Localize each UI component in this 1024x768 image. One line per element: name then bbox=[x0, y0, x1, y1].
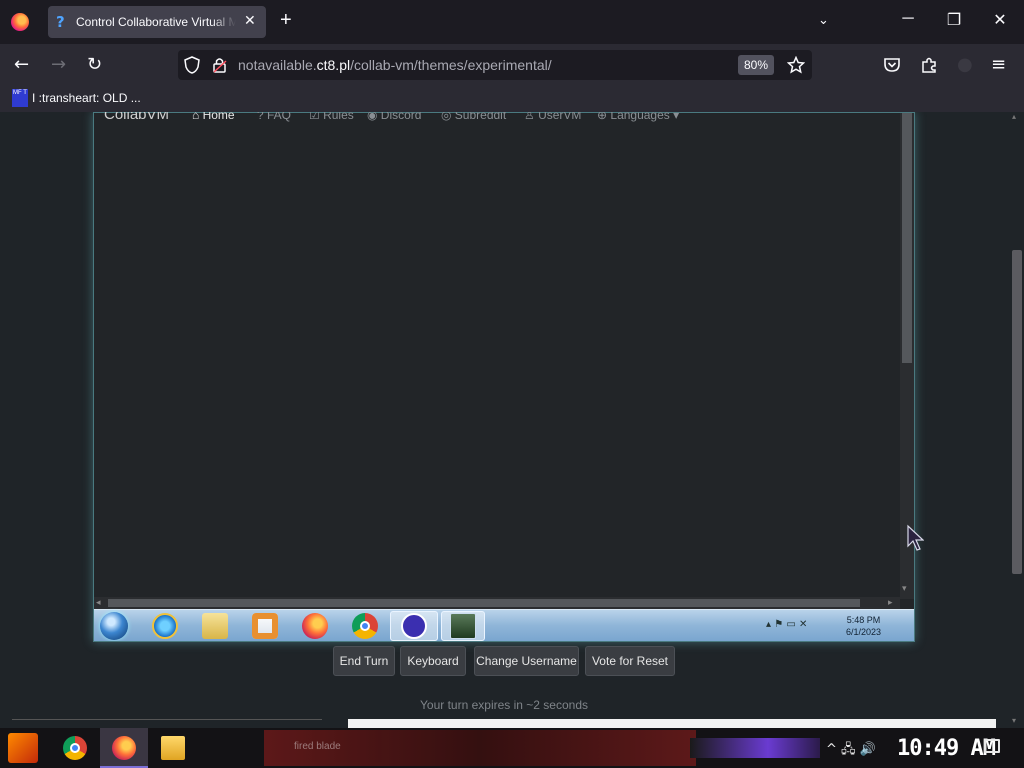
nav-link-languages[interactable]: ⊕ Languages ▾ bbox=[597, 112, 679, 122]
bookmark-favicon-icon: MF T bbox=[12, 89, 28, 107]
scroll-right-arrow-icon[interactable]: ▸ bbox=[888, 597, 893, 608]
user-list-panel bbox=[12, 719, 322, 728]
host-chrome-icon[interactable] bbox=[63, 736, 87, 760]
vm-horizontal-scroll-thumb[interactable] bbox=[108, 599, 860, 607]
vm-vertical-scroll-thumb[interactable] bbox=[902, 113, 912, 363]
terminal-app-icon[interactable] bbox=[450, 613, 476, 639]
turn-status-text: Your turn expires in ~2 seconds bbox=[420, 698, 588, 712]
vm-system-tray[interactable]: ▴ ⚑ ▭ ✕ bbox=[766, 619, 807, 630]
web-page: ▾ ◂ ▸ ▴ ⚑ ▭ ✕ 5:48 PM 6/1/2023 CollabVM … bbox=[0, 112, 1008, 728]
site-brand[interactable]: CollabVM bbox=[104, 112, 169, 123]
vm-display[interactable]: ▾ ◂ ▸ ▴ ⚑ ▭ ✕ 5:48 PM 6/1/2023 bbox=[93, 112, 915, 642]
back-button[interactable]: ← bbox=[14, 54, 29, 75]
firefox-icon[interactable] bbox=[302, 613, 328, 639]
explorer-folder-icon[interactable] bbox=[202, 613, 228, 639]
host-taskbar-decoration: fired blade bbox=[264, 730, 696, 766]
notification-center-icon[interactable] bbox=[984, 739, 1000, 753]
nav-link-faq[interactable]: ? FAQ bbox=[257, 112, 291, 122]
host-strip-text: fired blade bbox=[294, 741, 341, 752]
vm-clock-time: 5:48 PM bbox=[846, 615, 881, 625]
tab-list-chevron-icon[interactable]: ⌄ bbox=[818, 12, 829, 28]
scroll-left-arrow-icon[interactable]: ◂ bbox=[96, 597, 101, 608]
lock-icon[interactable] bbox=[212, 56, 228, 74]
scroll-up-arrow-icon[interactable]: ▴ bbox=[1012, 112, 1016, 121]
minimize-button[interactable]: ─ bbox=[896, 10, 920, 28]
vote-reset-button[interactable]: Vote for Reset bbox=[585, 646, 675, 676]
keyboard-button[interactable]: Keyboard bbox=[400, 646, 466, 676]
bookmarks-toolbar: MF T I :transheart: OLD ... bbox=[0, 86, 1024, 112]
bookmark-star-icon[interactable] bbox=[787, 56, 805, 74]
scroll-down-arrow-icon[interactable]: ▾ bbox=[902, 583, 907, 594]
pocket-icon[interactable] bbox=[883, 57, 901, 73]
page-scrollbar[interactable]: ▴ ▾ bbox=[1008, 112, 1024, 728]
browser-nav-bar: ← → ↻ notavailable.ct8.pl/collab-vm/them… bbox=[0, 44, 1024, 86]
windows-start-orb-icon[interactable] bbox=[100, 612, 128, 640]
nav-link-subreddit[interactable]: ◎ Subreddit bbox=[441, 112, 506, 122]
url-prefix: notavailable. bbox=[238, 57, 317, 73]
host-start-button-icon[interactable] bbox=[8, 733, 38, 763]
internet-explorer-icon[interactable] bbox=[152, 613, 178, 639]
chat-panel bbox=[348, 719, 996, 728]
firefox-icon[interactable] bbox=[11, 13, 29, 31]
page-scroll-thumb[interactable] bbox=[1012, 250, 1022, 574]
url-text[interactable]: notavailable.ct8.pl/collab-vm/themes/exp… bbox=[238, 57, 552, 73]
profile-icon[interactable]: ● bbox=[957, 54, 973, 75]
browser-tab-bar: ? Control Collaborative Virtual Machines… bbox=[0, 0, 1024, 44]
tab-title: Control Collaborative Virtual Machines bbox=[76, 15, 236, 29]
forward-button[interactable]: → bbox=[51, 54, 66, 75]
browser-tab[interactable]: ? Control Collaborative Virtual Machines… bbox=[48, 6, 266, 38]
new-tab-button[interactable]: + bbox=[280, 9, 292, 32]
feather-app-icon[interactable] bbox=[401, 613, 427, 639]
menu-hamburger-icon[interactable]: ≡ bbox=[991, 54, 1006, 75]
host-taskbar-accent bbox=[690, 738, 820, 758]
reload-button[interactable]: ↻ bbox=[87, 54, 102, 75]
host-firefox-icon[interactable] bbox=[112, 736, 136, 760]
vm-taskbar: ▴ ⚑ ▭ ✕ 5:48 PM 6/1/2023 bbox=[94, 609, 914, 641]
vm-clock-date: 6/1/2023 bbox=[846, 627, 882, 637]
end-turn-button[interactable]: End Turn bbox=[333, 646, 395, 676]
restore-button[interactable]: ❐ bbox=[942, 10, 966, 30]
nav-link-uservm[interactable]: ♙ UserVM bbox=[524, 112, 581, 122]
url-bar[interactable]: notavailable.ct8.pl/collab-vm/themes/exp… bbox=[178, 50, 812, 80]
host-file-explorer-icon[interactable] bbox=[161, 736, 185, 760]
nav-link-discord[interactable]: ◉ Discord bbox=[367, 112, 421, 122]
chrome-icon[interactable] bbox=[352, 613, 378, 639]
bookmark-item[interactable]: I :transheart: OLD ... bbox=[32, 91, 141, 105]
tab-close-icon[interactable]: ✕ bbox=[244, 12, 256, 29]
tab-favicon-icon: ? bbox=[56, 13, 65, 31]
nav-link-home[interactable]: ⌂ Home bbox=[192, 112, 235, 122]
url-path: /collab-vm/themes/experimental/ bbox=[350, 57, 552, 73]
screen: ? Control Collaborative Virtual Machines… bbox=[0, 0, 1024, 768]
vm-clock[interactable]: 5:48 PM 6/1/2023 bbox=[846, 614, 881, 638]
tracking-shield-icon[interactable] bbox=[184, 56, 200, 74]
page-scroll-down-arrow-icon[interactable]: ▾ bbox=[1012, 716, 1016, 725]
host-clock[interactable]: 10:49 AM bbox=[897, 736, 996, 761]
mouse-cursor-icon bbox=[907, 524, 924, 551]
nav-link-rules[interactable]: ☑ Rules bbox=[309, 112, 354, 122]
zoom-level-button[interactable]: 80% bbox=[738, 55, 774, 75]
change-username-button[interactable]: Change Username bbox=[474, 646, 579, 676]
host-taskbar: fired blade ^ 🖧 🔊 10:49 AM bbox=[0, 728, 1024, 768]
extensions-icon[interactable] bbox=[920, 56, 938, 74]
vm-horizontal-scrollbar[interactable]: ◂ ▸ bbox=[94, 597, 900, 609]
media-player-icon[interactable] bbox=[252, 613, 278, 639]
close-window-button[interactable]: ✕ bbox=[988, 10, 1012, 30]
url-domain: ct8.pl bbox=[316, 57, 351, 73]
host-system-tray[interactable]: ^ 🖧 🔊 bbox=[826, 740, 876, 762]
